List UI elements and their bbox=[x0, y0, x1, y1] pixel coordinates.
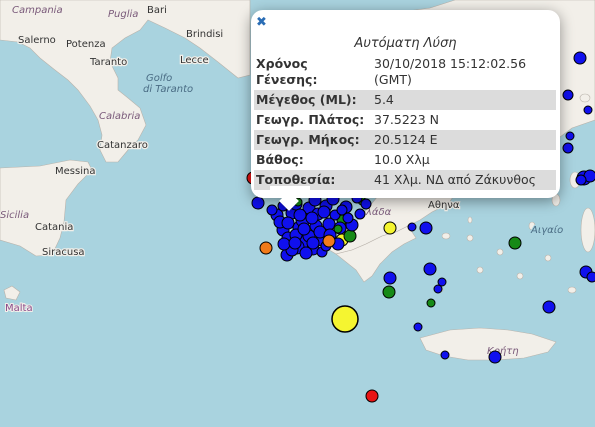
sea-label-aigaio: Αιγαίο bbox=[530, 224, 563, 236]
city-label-athina: Αθηνα bbox=[428, 200, 460, 211]
sea-label-di-taranto: di Taranto bbox=[143, 84, 193, 95]
earthquake-marker[interactable] bbox=[583, 105, 593, 115]
table-row: Γεωγρ. Πλάτος: 37.5223 N bbox=[254, 110, 556, 130]
earthquake-marker[interactable] bbox=[277, 237, 291, 251]
detail-value-latitude: 37.5223 N bbox=[374, 112, 440, 127]
detail-value-origin-time: 30/10/2018 15:12:02.56 (GMT) bbox=[374, 56, 527, 87]
earthquake-marker[interactable] bbox=[423, 262, 437, 276]
earthquake-info-popup: ✖ Αυτόματη Λύση Χρόνος Γένεσης: 30/10/201… bbox=[251, 10, 560, 198]
earthquake-marker[interactable] bbox=[354, 208, 366, 220]
earthquake-marker[interactable] bbox=[333, 224, 343, 234]
country-label-malta: Malta bbox=[5, 303, 33, 314]
region-label-campania: Campania bbox=[12, 5, 63, 16]
table-row: Βάθος: 10.0 Χλμ bbox=[254, 150, 556, 170]
earthquake-marker[interactable] bbox=[317, 205, 331, 219]
city-label-lecce: Lecce bbox=[180, 55, 209, 66]
earthquake-marker[interactable] bbox=[426, 298, 436, 308]
earthquake-marker[interactable] bbox=[288, 236, 302, 250]
earthquake-marker[interactable] bbox=[259, 241, 273, 255]
popup-tip-cover bbox=[270, 186, 310, 198]
earthquake-marker[interactable] bbox=[251, 196, 265, 210]
earthquake-marker[interactable] bbox=[508, 236, 522, 250]
earthquake-marker[interactable] bbox=[413, 322, 423, 332]
earthquake-marker[interactable] bbox=[488, 350, 502, 364]
earthquake-marker[interactable] bbox=[365, 389, 379, 403]
detail-value-magnitude: 5.4 bbox=[372, 90, 556, 110]
earthquake-marker[interactable] bbox=[342, 212, 354, 224]
detail-label-depth: Βάθος: bbox=[256, 152, 304, 167]
city-label-potenza: Potenza bbox=[66, 39, 106, 50]
city-label-brindisi: Brindisi bbox=[186, 29, 223, 40]
earthquake-marker[interactable] bbox=[419, 221, 433, 235]
earthquake-marker[interactable] bbox=[322, 234, 336, 248]
region-label-calabria: Calabria bbox=[99, 111, 140, 122]
detail-value-longitude: 20.5124 E bbox=[372, 130, 556, 150]
earthquake-marker[interactable] bbox=[542, 300, 556, 314]
earthquake-details-table: Χρόνος Γένεσης: 30/10/2018 15:12:02.56 (G… bbox=[254, 54, 556, 190]
earthquake-marker[interactable] bbox=[331, 305, 359, 333]
earthquake-marker[interactable] bbox=[562, 89, 574, 101]
earthquake-marker[interactable] bbox=[440, 350, 450, 360]
detail-value-location: 41 Χλμ. ΝΔ από Ζάκυνθος bbox=[372, 170, 556, 190]
earthquake-marker[interactable] bbox=[586, 271, 595, 283]
city-label-bari: Bari bbox=[147, 5, 167, 16]
detail-label-magnitude: Μέγεθος (ML): bbox=[254, 90, 372, 110]
region-label-sicilia: Sicilia bbox=[0, 210, 29, 221]
city-label-catania: Catania bbox=[35, 222, 73, 233]
detail-label-longitude: Γεωγρ. Μήκος: bbox=[254, 130, 372, 150]
earthquake-marker[interactable] bbox=[306, 236, 320, 250]
earthquake-marker[interactable] bbox=[360, 198, 372, 210]
detail-label-origin-time: Χρόνος Γένεσης: bbox=[256, 56, 318, 87]
city-label-catanzaro: Catanzaro bbox=[97, 140, 148, 151]
table-row: Γεωγρ. Μήκος: 20.5124 E bbox=[254, 130, 556, 150]
earthquake-marker[interactable] bbox=[266, 204, 278, 216]
popup-title: Αυτόματη Λύση bbox=[354, 36, 457, 51]
city-label-salerno: Salerno bbox=[18, 35, 56, 46]
earthquake-marker[interactable] bbox=[297, 222, 311, 236]
earthquake-marker[interactable] bbox=[383, 271, 397, 285]
earthquake-marker[interactable] bbox=[343, 229, 357, 243]
earthquake-marker[interactable] bbox=[437, 277, 447, 287]
table-row: Χρόνος Γένεσης: 30/10/2018 15:12:02.56 (G… bbox=[254, 54, 556, 90]
earthquake-marker[interactable] bbox=[281, 216, 295, 230]
popup-close-button[interactable]: ✖ bbox=[256, 16, 268, 30]
earthquake-marker[interactable] bbox=[565, 131, 575, 141]
earthquake-marker[interactable] bbox=[382, 285, 396, 299]
earthquake-marker[interactable] bbox=[573, 51, 587, 65]
earthquake-marker[interactable] bbox=[383, 221, 397, 235]
earthquake-marker[interactable] bbox=[293, 208, 307, 222]
earthquake-marker[interactable] bbox=[562, 142, 574, 154]
city-label-taranto: Taranto bbox=[89, 57, 127, 68]
detail-value-depth: 10.0 Χλμ bbox=[374, 152, 430, 167]
earthquake-marker[interactable] bbox=[305, 211, 319, 225]
table-row: Μέγεθος (ML): 5.4 bbox=[254, 90, 556, 110]
earthquake-marker[interactable] bbox=[407, 222, 417, 232]
region-label-puglia: Puglia bbox=[108, 9, 138, 20]
earthquake-marker[interactable] bbox=[575, 174, 587, 186]
detail-label-latitude: Γεωγρ. Πλάτος: bbox=[256, 112, 365, 127]
city-label-messina: Messina bbox=[55, 166, 95, 177]
sea-label-golfo: Golfo bbox=[146, 73, 172, 84]
city-label-siracusa: Siracusa bbox=[42, 247, 85, 258]
